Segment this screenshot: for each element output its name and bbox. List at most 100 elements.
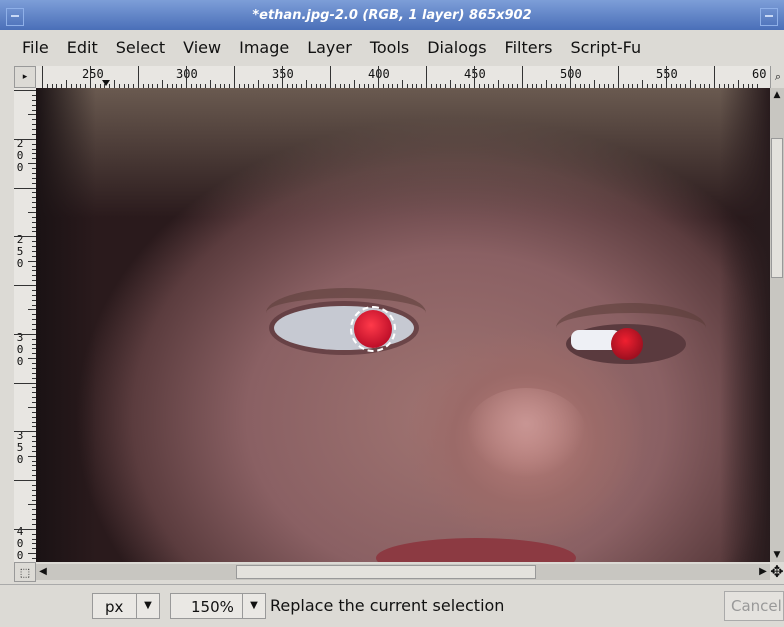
- horizontal-scrollbar[interactable]: ◀ ▶: [36, 564, 770, 580]
- ruler-tick: [162, 80, 163, 88]
- navigate-icon[interactable]: ✥: [770, 562, 784, 582]
- ruler-tick: [234, 66, 235, 88]
- ruler-tick: [210, 80, 211, 88]
- ruler-tick: [402, 80, 403, 88]
- ruler-tick: [90, 66, 91, 88]
- ruler-tick: [28, 260, 36, 262]
- left-eye: [274, 306, 414, 350]
- menu-filters[interactable]: Filters: [505, 38, 553, 57]
- ruler-tick: [14, 90, 36, 91]
- ruler-tick: [618, 66, 619, 88]
- scroll-down-icon[interactable]: ▼: [770, 548, 784, 562]
- ruler-tick: [42, 66, 43, 88]
- ruler-tick: [666, 66, 667, 88]
- menu-file[interactable]: File: [22, 38, 49, 57]
- hair-region: [36, 88, 770, 218]
- vertical-ruler: 2 0 0 2 5 0 3 0 0 3 5 0 4 0 0: [14, 88, 37, 562]
- horizontal-scroll-thumb[interactable]: [236, 565, 536, 579]
- ruler-tick: [14, 333, 36, 335]
- ruler-tick: [28, 163, 36, 165]
- ruler-tick: [28, 553, 36, 555]
- ruler-tick: [14, 480, 36, 481]
- ruler-tick: [426, 66, 427, 88]
- scroll-up-icon[interactable]: ▲: [770, 88, 784, 102]
- ruler-tick: [14, 285, 36, 286]
- ruler-tick: [594, 80, 595, 88]
- vruler-label: 2 5 0: [16, 233, 24, 270]
- unit-value: px: [105, 598, 124, 616]
- menu-layer[interactable]: Layer: [307, 38, 352, 57]
- chevron-down-icon[interactable]: ▼: [136, 594, 159, 618]
- vertical-scroll-thumb[interactable]: [771, 138, 783, 278]
- ruler-tick: [28, 504, 36, 506]
- status-bar: px ▼ 150% ▼ Replace the current selectio…: [0, 584, 784, 627]
- ruler-tick: [258, 80, 259, 88]
- ruler-tick: [14, 236, 36, 238]
- menu-tools[interactable]: Tools: [370, 38, 409, 57]
- quick-mask-icon[interactable]: ⬚: [14, 562, 36, 582]
- unit-select[interactable]: px ▼: [92, 593, 160, 619]
- selected-red-pupil[interactable]: [350, 306, 396, 352]
- ruler-tick: [450, 80, 451, 88]
- horizontal-ruler: 250 300 350 400 450 500 550 60: [36, 66, 770, 89]
- ruler-tick: [28, 455, 36, 457]
- image-canvas[interactable]: [36, 88, 770, 562]
- ruler-tick: [28, 406, 36, 408]
- zoom-icon[interactable]: ⌕: [770, 66, 784, 88]
- vertical-scrollbar[interactable]: ▲ ▼: [770, 88, 784, 562]
- window-title: *ethan.jpg-2.0 (RGB, 1 layer) 865x902: [252, 8, 532, 23]
- title-bar: *ethan.jpg-2.0 (RGB, 1 layer) 865x902: [0, 0, 784, 31]
- menu-select[interactable]: Select: [116, 38, 165, 57]
- ruler-tick: [114, 80, 115, 88]
- window-close-button[interactable]: [760, 8, 778, 26]
- ruler-tick: [690, 80, 691, 88]
- nose: [466, 388, 586, 478]
- ruler-tick: [28, 114, 36, 116]
- menu-script-fu[interactable]: Script-Fu: [571, 38, 642, 57]
- ruler-tick: [28, 309, 36, 311]
- menu-image[interactable]: Image: [239, 38, 289, 57]
- shadow-left: [36, 88, 96, 562]
- status-message: Replace the current selection: [270, 596, 505, 615]
- ruler-tick: [14, 431, 36, 433]
- ruler-tick: [546, 80, 547, 88]
- ruler-tick: [354, 80, 355, 88]
- ruler-tick: [570, 66, 571, 88]
- ruler-tick: [28, 358, 36, 360]
- menu-dialogs[interactable]: Dialogs: [427, 38, 486, 57]
- ruler-tick: [14, 187, 36, 189]
- ruler-tick: [66, 80, 67, 88]
- ruler-tick: [330, 66, 331, 88]
- cancel-button[interactable]: Cancel: [724, 591, 784, 621]
- ruler-tick: [378, 66, 379, 88]
- ruler-tick: [714, 66, 715, 88]
- ruler-tick: [522, 66, 523, 88]
- ruler-tick: [14, 528, 36, 530]
- menu-bar: File Edit Select View Image Layer Tools …: [0, 30, 784, 64]
- menu-edit[interactable]: Edit: [67, 38, 98, 57]
- ruler-tick: [282, 66, 283, 88]
- ruler-tick: [14, 382, 36, 384]
- zoom-select[interactable]: 150% ▼: [170, 593, 266, 619]
- ruler-corner-icon[interactable]: ▸: [14, 66, 36, 88]
- ruler-tick: [138, 66, 139, 88]
- vruler-label: 4 0 0: [16, 525, 24, 562]
- scroll-right-icon[interactable]: ▶: [756, 564, 770, 580]
- ruler-tick: [306, 80, 307, 88]
- ruler-tick: [14, 138, 36, 140]
- ruler-tick: [28, 211, 36, 213]
- ruler-tick: [186, 66, 187, 88]
- hruler-label: 250: [82, 67, 104, 81]
- shadow-right: [720, 88, 770, 562]
- ruler-tick: [738, 80, 739, 88]
- scroll-left-icon[interactable]: ◀: [36, 564, 50, 580]
- ruler-tick: [474, 66, 475, 88]
- hruler-label: 60: [752, 67, 767, 81]
- menu-view[interactable]: View: [183, 38, 221, 57]
- red-pupil: [611, 328, 643, 360]
- chevron-down-icon[interactable]: ▼: [242, 594, 265, 618]
- vruler-label: 2 0 0: [16, 137, 24, 174]
- vruler-label: 3 5 0: [16, 429, 24, 466]
- vruler-label: 3 0 0: [16, 331, 24, 368]
- zoom-value: 150%: [191, 598, 234, 616]
